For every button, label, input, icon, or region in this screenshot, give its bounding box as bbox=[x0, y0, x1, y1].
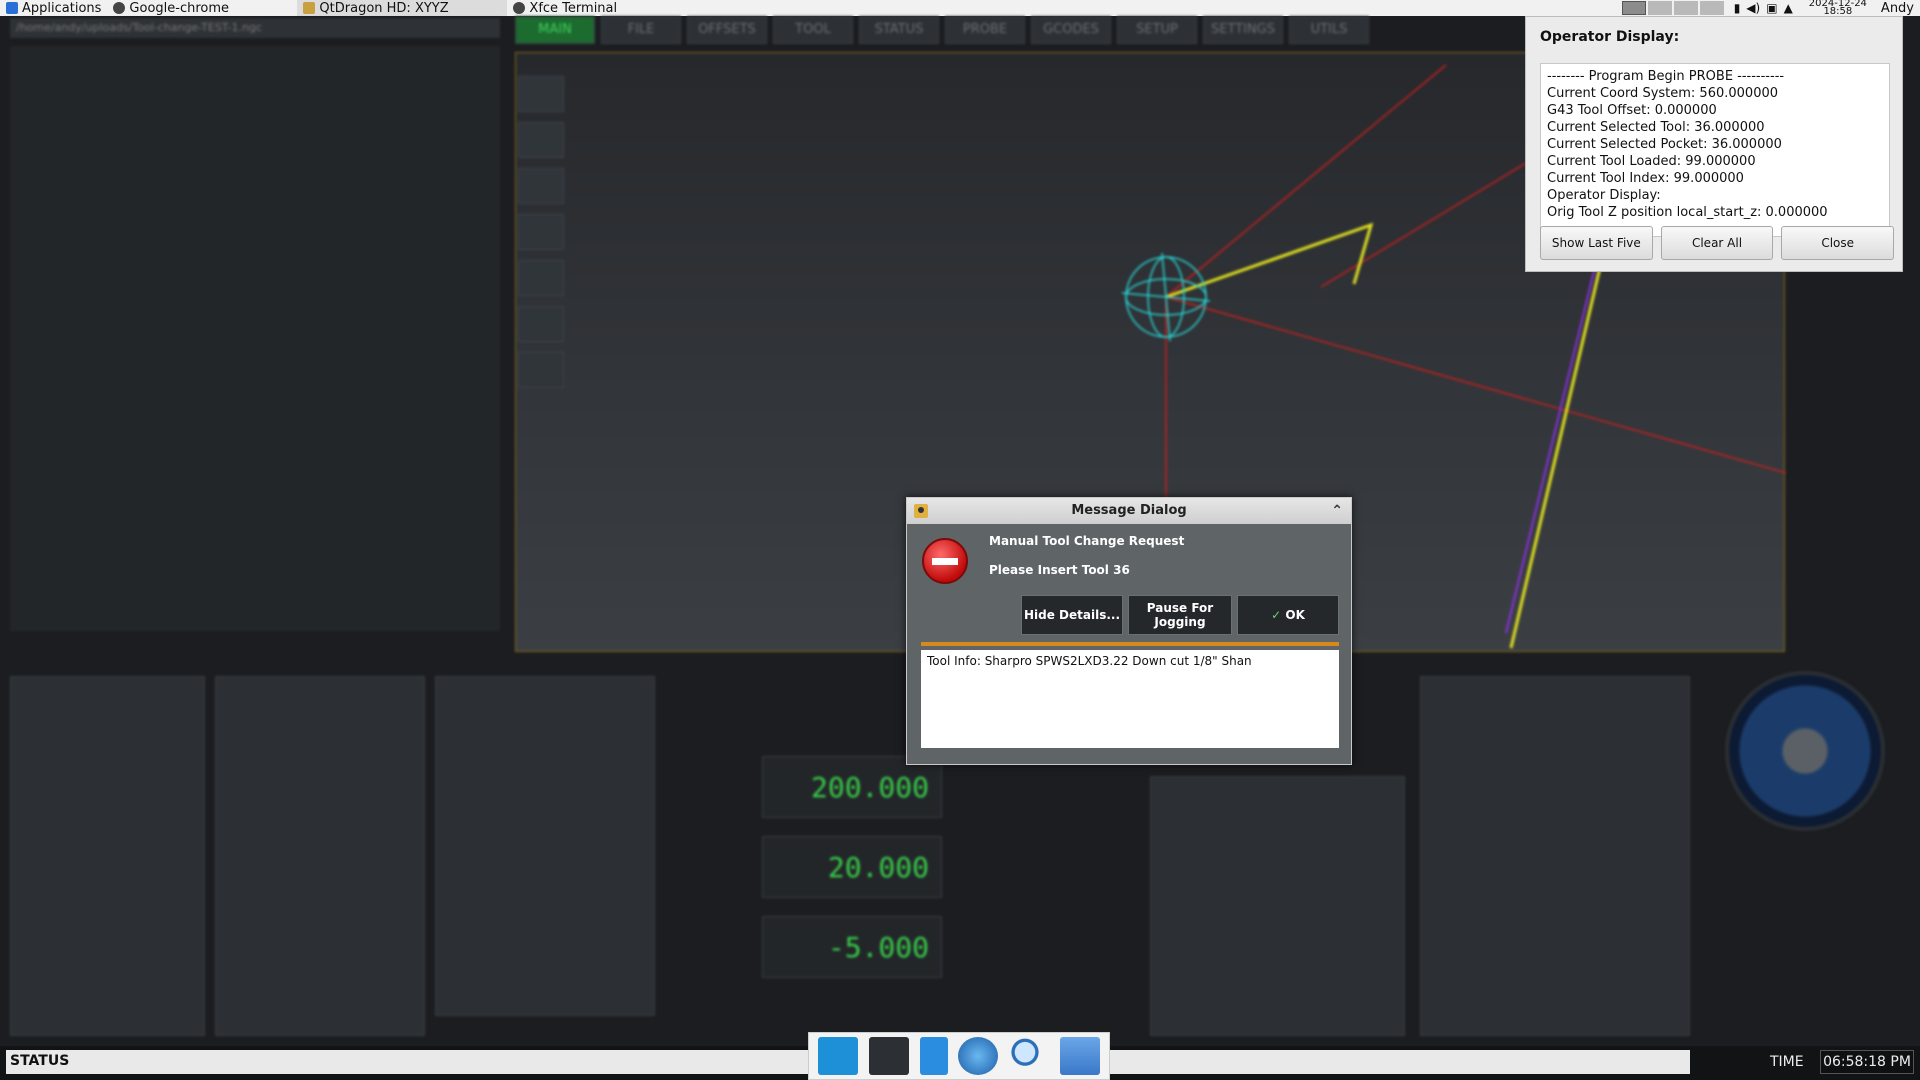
applications-menu[interactable]: Applications bbox=[0, 0, 107, 16]
status-indicator bbox=[1792, 276, 1912, 302]
collapse-icon[interactable]: ⌃ bbox=[1331, 498, 1343, 524]
view-button[interactable] bbox=[518, 352, 564, 388]
tab-main[interactable]: MAIN bbox=[515, 16, 595, 44]
app-finder-icon[interactable] bbox=[1008, 1037, 1049, 1075]
terminal-icon bbox=[513, 2, 526, 14]
clipboard-icon[interactable]: ▣ bbox=[1766, 1, 1777, 15]
dro-z: -5.000 bbox=[762, 916, 942, 978]
tab-gcodes[interactable]: GCODES bbox=[1031, 16, 1111, 44]
app-dock bbox=[808, 1032, 1110, 1080]
folder-icon[interactable] bbox=[1059, 1037, 1100, 1075]
system-panel: Applications Google-chrome QtDragon HD: … bbox=[0, 0, 1920, 17]
message-dialog: Message Dialog ⌃ Manual Tool Change Requ… bbox=[906, 497, 1352, 765]
operator-log: -------- Program Begin PROBE ---------- … bbox=[1540, 63, 1890, 237]
workspace-1[interactable] bbox=[1621, 1, 1646, 15]
network-icon[interactable]: ▮ bbox=[1734, 1, 1741, 15]
file-path-field: /home/andy/uploads/Tool-change-TEST-1.ng… bbox=[10, 18, 500, 38]
log-line: Current Tool Index: 99.000000 bbox=[1547, 171, 1744, 186]
details-text: Tool Info: Sharpro SPWS2LXD3.22 Down cut… bbox=[921, 650, 1339, 748]
dialog-message: Manual Tool Change Request bbox=[989, 534, 1185, 548]
view-buttons bbox=[518, 76, 568, 398]
dialog-titlebar[interactable]: Message Dialog ⌃ bbox=[907, 498, 1351, 524]
ok-label: OK bbox=[1285, 608, 1305, 622]
hide-details-button[interactable]: Hide Details... bbox=[1021, 595, 1123, 635]
xfce-mouse-icon bbox=[6, 2, 18, 14]
view-button[interactable] bbox=[518, 214, 564, 250]
terminal-icon[interactable] bbox=[868, 1037, 909, 1075]
log-line: G43 Tool Offset: 0.000000 bbox=[1547, 103, 1717, 118]
applications-menu-label: Applications bbox=[22, 0, 102, 16]
time-value: 06:58:18 PM bbox=[1820, 1050, 1914, 1074]
panel-clock[interactable]: 2024-12-24 18:58 bbox=[1801, 0, 1875, 17]
close-button[interactable]: Close bbox=[1781, 226, 1895, 260]
operator-display-title: Operator Display: bbox=[1540, 29, 1680, 45]
tab-utils[interactable]: UTILS bbox=[1289, 16, 1369, 44]
dialog-separator bbox=[921, 642, 1339, 646]
log-line: Current Tool Loaded: 99.000000 bbox=[1547, 154, 1756, 169]
operator-display-buttons: Show Last Five Clear All Close bbox=[1540, 226, 1895, 260]
volume-icon[interactable]: ◀) bbox=[1746, 1, 1760, 15]
tab-file[interactable]: FILE bbox=[601, 16, 681, 44]
dro-x: 200.000 bbox=[762, 756, 942, 818]
log-line: Orig Tool Z position local_start_z: 0.00… bbox=[1547, 205, 1828, 220]
dro-y: 20.000 bbox=[762, 836, 942, 898]
tab-tool[interactable]: TOOL bbox=[773, 16, 853, 44]
tab-setup[interactable]: SETUP bbox=[1117, 16, 1197, 44]
view-button[interactable] bbox=[518, 122, 564, 158]
ok-check-icon: ✓ bbox=[1271, 608, 1282, 622]
stop-icon bbox=[922, 538, 968, 584]
task-xfce-terminal[interactable]: Xfce Terminal bbox=[507, 0, 707, 16]
clear-all-button[interactable]: Clear All bbox=[1660, 226, 1774, 260]
task-google-chrome[interactable]: Google-chrome bbox=[107, 0, 297, 16]
task-label: Xfce Terminal bbox=[529, 0, 618, 16]
spindle-gauge bbox=[1725, 671, 1885, 831]
machine-controls[interactable] bbox=[10, 676, 205, 1036]
chrome-icon bbox=[113, 2, 126, 14]
ok-button[interactable]: ✓ OK bbox=[1237, 595, 1339, 635]
task-qtdragon[interactable]: QtDragon HD: XYYZ bbox=[297, 0, 508, 16]
file-manager-icon[interactable] bbox=[919, 1037, 948, 1075]
task-label: Google-chrome bbox=[129, 0, 230, 16]
jog-panel[interactable] bbox=[1420, 676, 1690, 1036]
tool-panel bbox=[215, 676, 425, 1036]
log-line: -------- Program Begin PROBE ---------- bbox=[1547, 69, 1785, 84]
log-line: Current Selected Pocket: 36.000000 bbox=[1547, 137, 1782, 152]
view-button[interactable] bbox=[518, 76, 564, 112]
notification-icon[interactable]: ▲ bbox=[1784, 1, 1793, 15]
system-tray: ▮ ◀) ▣ ▲ bbox=[1726, 1, 1801, 15]
dialog-title: Message Dialog bbox=[1071, 503, 1187, 518]
task-label: QtDragon HD: XYYZ bbox=[319, 0, 449, 16]
view-button[interactable] bbox=[518, 260, 564, 296]
log-line: Current Coord System: 560.000000 bbox=[1547, 86, 1779, 101]
view-button[interactable] bbox=[518, 168, 564, 204]
web-browser-icon[interactable] bbox=[958, 1037, 999, 1075]
workspace-4[interactable] bbox=[1699, 1, 1724, 15]
tab-settings[interactable]: SETTINGS bbox=[1203, 16, 1283, 44]
probe-panel[interactable] bbox=[435, 676, 655, 1016]
gcode-editor[interactable] bbox=[10, 46, 500, 631]
clock-time: 18:58 bbox=[1823, 6, 1853, 17]
operator-display-window: Operator Display: -------- Program Begin… bbox=[1525, 16, 1903, 272]
override-panel[interactable] bbox=[1150, 776, 1405, 1036]
view-button[interactable] bbox=[518, 306, 564, 342]
log-line: Operator Display: bbox=[1547, 188, 1661, 203]
qtdragon-icon bbox=[303, 2, 316, 14]
log-line: Current Selected Tool: 36.000000 bbox=[1547, 120, 1765, 135]
user-menu[interactable]: Andy bbox=[1875, 1, 1920, 16]
tab-probe[interactable]: PROBE bbox=[945, 16, 1025, 44]
status-indicators bbox=[1792, 276, 1912, 302]
tab-status[interactable]: STATUS bbox=[859, 16, 939, 44]
pause-for-jogging-button[interactable]: Pause For Jogging bbox=[1128, 595, 1232, 635]
time-label: TIME bbox=[1770, 1054, 1804, 1070]
show-desktop-icon[interactable] bbox=[818, 1037, 859, 1075]
show-last-five-button[interactable]: Show Last Five bbox=[1540, 226, 1653, 260]
workspace-2[interactable] bbox=[1647, 1, 1672, 15]
linuxcnc-icon bbox=[914, 504, 928, 518]
workspace-3[interactable] bbox=[1673, 1, 1698, 15]
tab-offsets[interactable]: OFFSETS bbox=[687, 16, 767, 44]
dialog-sub-message: Please Insert Tool 36 bbox=[989, 563, 1130, 577]
